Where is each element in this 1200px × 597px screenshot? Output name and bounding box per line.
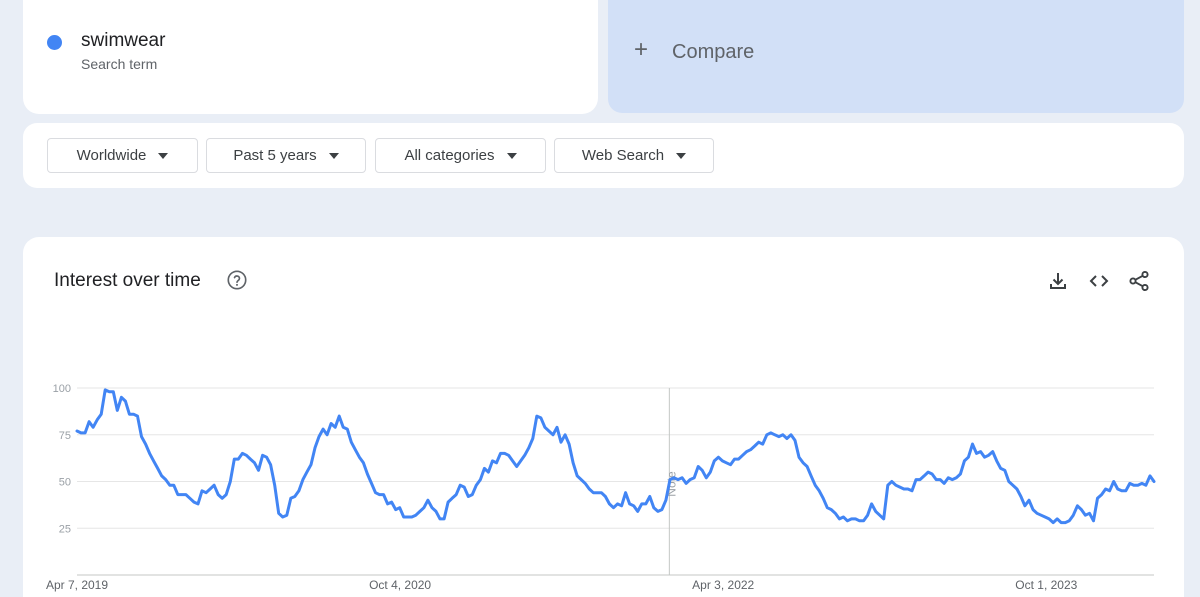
caret-down-icon xyxy=(676,152,687,159)
search-type-filter[interactable]: Web Search xyxy=(554,138,714,173)
caret-down-icon xyxy=(506,152,517,159)
caret-down-icon xyxy=(158,152,169,159)
compare-label: Compare xyxy=(672,41,755,63)
x-tick-label: Oct 1, 2023 xyxy=(1015,578,1077,592)
y-tick-label: 50 xyxy=(59,477,71,489)
time-range-filter[interactable]: Past 5 years xyxy=(206,138,366,173)
search-term-name[interactable]: swimwear xyxy=(81,30,165,52)
compare-button[interactable]: + Compare xyxy=(608,0,1184,113)
caret-down-icon xyxy=(328,152,339,159)
location-filter[interactable]: Worldwide xyxy=(47,138,198,173)
y-tick-label: 25 xyxy=(59,523,71,535)
category-filter-label: All categories xyxy=(404,147,495,164)
series-line-swimwear[interactable] xyxy=(75,388,1156,525)
filter-bar: Worldwide Past 5 years All categories We… xyxy=(23,123,1184,188)
x-tick-label: Apr 7, 2019 xyxy=(46,578,108,592)
time-range-filter-label: Past 5 years xyxy=(233,147,317,164)
x-tick-label: Apr 3, 2022 xyxy=(692,578,754,592)
x-tick-label: Oct 4, 2020 xyxy=(369,578,431,592)
line-chart[interactable]: Note 255075100Apr 7, 2019 Oct 4, 2020 Apr … xyxy=(23,237,1184,597)
interest-over-time-card: Interest over time Note 25 50 75 100 Apr 7, … xyxy=(23,237,1184,597)
y-tick-label: 100 xyxy=(53,383,71,395)
series-color-dot xyxy=(47,35,62,50)
y-tick-label: 75 xyxy=(59,430,71,442)
location-filter-label: Worldwide xyxy=(76,147,147,164)
search-term-subtitle: Search term xyxy=(81,56,158,72)
search-term-card[interactable]: swimwear Search term xyxy=(23,0,598,114)
plus-icon: + xyxy=(634,36,649,63)
category-filter[interactable]: All categories xyxy=(375,138,546,173)
search-type-filter-label: Web Search xyxy=(581,147,665,164)
